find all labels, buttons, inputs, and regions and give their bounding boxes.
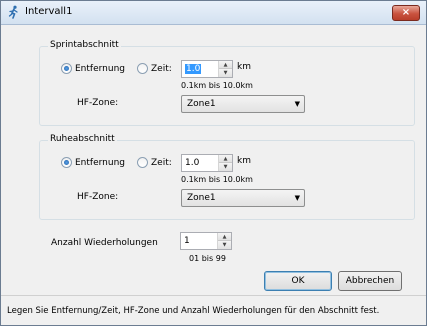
rest-range-hint: 0.1km bis 10.0km	[181, 175, 253, 184]
chevron-down-icon: ▼	[294, 100, 300, 108]
repetitions-range-hint: 01 bis 99	[189, 254, 226, 263]
ok-button[interactable]: OK	[264, 271, 332, 291]
rest-value-stepper[interactable]: 1.0 ▲ ▼	[181, 154, 233, 172]
spin-down-icon[interactable]: ▼	[219, 163, 232, 171]
sprint-radio-time[interactable]: Zeit:	[137, 63, 172, 74]
sprint-radio-distance-label: Entfernung	[75, 63, 125, 74]
sprint-group: Sprintabschnitt Entfernung Zeit: 1.0 ▲ ▼…	[39, 40, 415, 126]
repetitions-value-text: 1	[184, 236, 190, 246]
runner-icon	[8, 5, 18, 19]
dialog-content: Sprintabschnitt Entfernung Zeit: 1.0 ▲ ▼…	[1, 25, 426, 295]
radio-unchecked-icon	[137, 157, 148, 168]
rest-spin-buttons: ▲ ▼	[218, 155, 232, 171]
spin-down-icon[interactable]: ▼	[218, 241, 231, 249]
spin-down-icon[interactable]: ▼	[219, 69, 232, 77]
close-icon: ×	[401, 7, 411, 18]
sprint-hr-zone-value: Zone1	[187, 99, 216, 109]
rest-unit: km	[237, 156, 251, 166]
rest-radio-distance[interactable]: Entfernung	[61, 157, 125, 168]
repetitions-label: Anzahl Wiederholungen	[51, 238, 158, 248]
radio-checked-icon	[61, 63, 72, 74]
rest-hr-zone-select[interactable]: Zone1 ▼	[181, 189, 305, 207]
spin-up-icon[interactable]: ▲	[219, 155, 232, 163]
rest-hr-zone-label: HF-Zone:	[77, 192, 119, 202]
spin-up-icon[interactable]: ▲	[219, 61, 232, 69]
rest-hr-zone-value: Zone1	[187, 193, 216, 203]
rest-group: Ruheabschnitt Entfernung Zeit: 1.0 ▲ ▼ k…	[39, 134, 415, 220]
cancel-button[interactable]: Abbrechen	[338, 271, 402, 291]
rest-value-text: 1.0	[185, 158, 200, 168]
rest-value-input[interactable]: 1.0	[182, 155, 218, 171]
repetitions-spin-buttons: ▲ ▼	[217, 233, 231, 249]
status-text: Legen Sie Entfernung/Zeit, HF-Zone und A…	[7, 306, 380, 316]
sprint-unit: km	[237, 62, 251, 72]
rest-radio-distance-label: Entfernung	[75, 157, 125, 168]
sprint-value-input[interactable]: 1.0	[182, 61, 218, 77]
sprint-hr-zone-label: HF-Zone:	[77, 98, 119, 108]
sprint-radio-distance[interactable]: Entfernung	[61, 63, 125, 74]
sprint-hr-zone-select[interactable]: Zone1 ▼	[181, 95, 305, 113]
status-bar: Legen Sie Entfernung/Zeit, HF-Zone und A…	[1, 295, 426, 325]
radio-unchecked-icon	[137, 63, 148, 74]
interval-dialog: Intervall1 × Sprintabschnitt Entfernung …	[0, 0, 427, 326]
sprint-range-hint: 0.1km bis 10.0km	[181, 81, 253, 90]
chevron-down-icon: ▼	[294, 194, 300, 202]
sprint-group-label: Sprintabschnitt	[48, 40, 121, 50]
spin-up-icon[interactable]: ▲	[218, 233, 231, 241]
sprint-radio-time-label: Zeit:	[151, 63, 172, 74]
title-bar[interactable]: Intervall1 ×	[1, 1, 426, 25]
window-title: Intervall1	[25, 6, 73, 17]
rest-group-label: Ruheabschnitt	[48, 134, 117, 144]
sprint-value-stepper[interactable]: 1.0 ▲ ▼	[181, 60, 233, 78]
radio-checked-icon	[61, 157, 72, 168]
sprint-value-text: 1.0	[185, 64, 202, 74]
repetitions-stepper[interactable]: 1 ▲ ▼	[180, 232, 232, 250]
sprint-spin-buttons: ▲ ▼	[218, 61, 232, 77]
rest-radio-time[interactable]: Zeit:	[137, 157, 172, 168]
repetitions-input[interactable]: 1	[181, 233, 217, 249]
close-button[interactable]: ×	[392, 5, 420, 21]
rest-radio-time-label: Zeit:	[151, 157, 172, 168]
